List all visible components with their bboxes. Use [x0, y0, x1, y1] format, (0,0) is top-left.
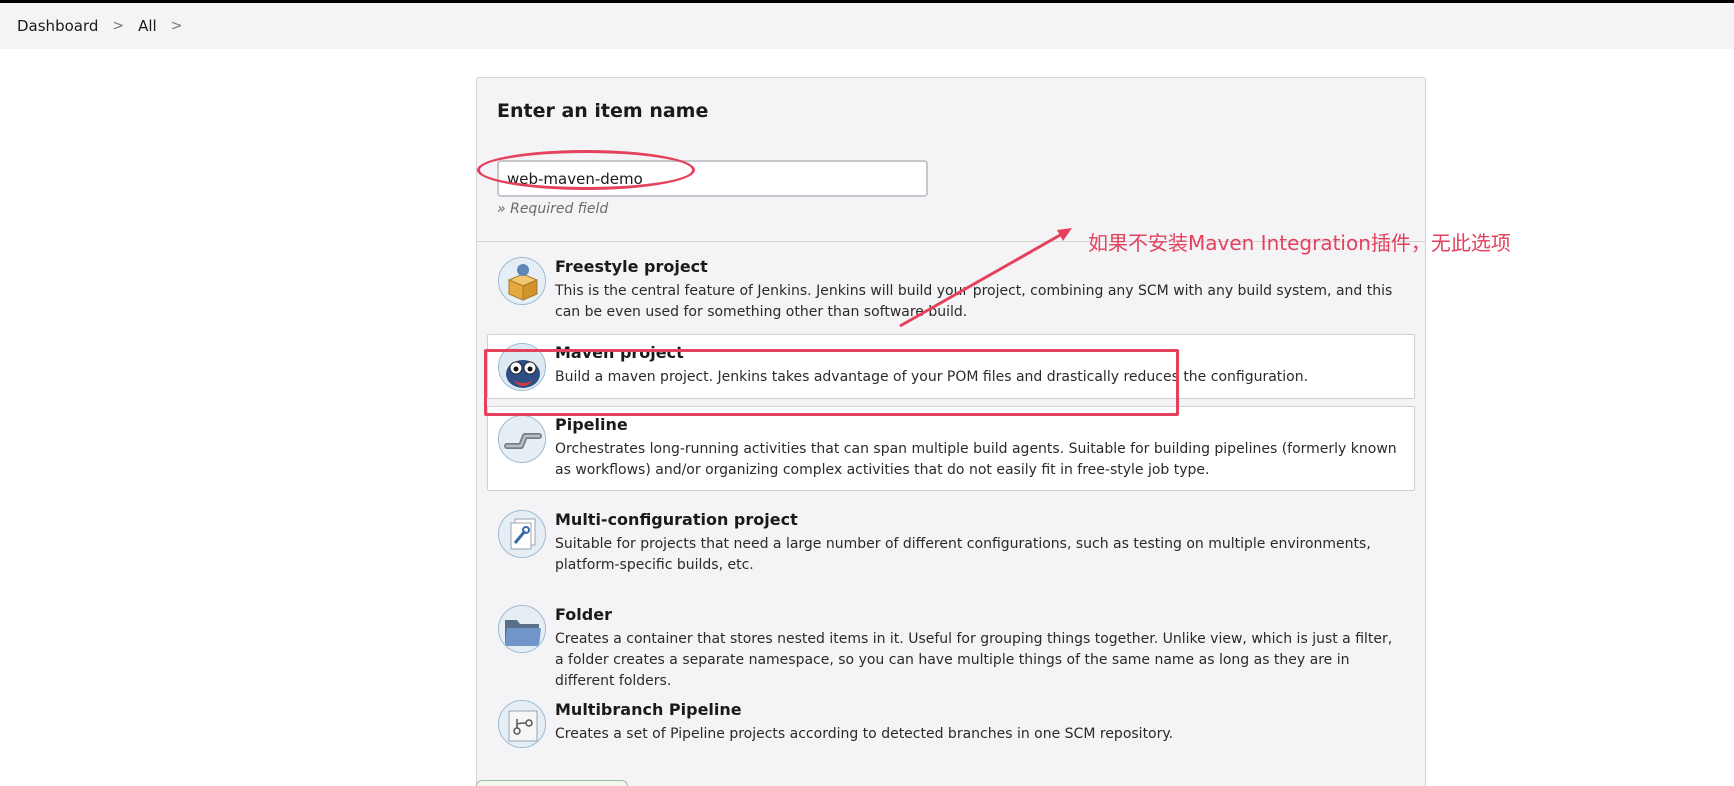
chevron-right-icon[interactable]: > — [171, 18, 183, 34]
breadcrumb-all[interactable]: All — [138, 17, 157, 35]
item-title: Multi-configuration project — [555, 510, 798, 529]
breadcrumb: Dashboard > All > — [0, 3, 1734, 49]
item-title: Multibranch Pipeline — [555, 700, 742, 719]
item-title: Pipeline — [555, 415, 628, 434]
freestyle-project-icon — [498, 257, 546, 305]
ok-button[interactable] — [476, 780, 628, 786]
annotation-text: 如果不安装Maven Integration插件，无此选项 — [1088, 231, 1511, 255]
item-name-input[interactable] — [497, 160, 928, 197]
item-title: Freestyle project — [555, 257, 708, 276]
item-description: Build a maven project. Jenkins takes adv… — [555, 369, 1309, 385]
item-description: This is the central feature of Jenkins. … — [555, 283, 1393, 320]
item-description: Suitable for projects that need a large … — [555, 536, 1371, 573]
breadcrumb-dashboard[interactable]: Dashboard — [17, 17, 98, 35]
item-type-folder[interactable]: Folder Creates a container that stores n… — [487, 596, 1415, 701]
multibranch-pipeline-icon — [498, 700, 546, 748]
page-title: Enter an item name — [497, 100, 709, 122]
new-item-panel: Enter an item name » Required field Free… — [476, 77, 1426, 786]
chevron-right-icon: > — [112, 18, 125, 34]
multi-configuration-icon — [498, 510, 546, 558]
item-description: Creates a container that stores nested i… — [555, 631, 1393, 689]
folder-icon — [498, 605, 546, 653]
item-type-pipeline[interactable]: Pipeline Orchestrates long-running activ… — [487, 406, 1415, 491]
required-field-note: » Required field — [497, 201, 609, 217]
item-type-maven-project[interactable]: Maven project Build a maven project. Jen… — [487, 334, 1415, 399]
item-description: Orchestrates long-running activities tha… — [555, 441, 1397, 478]
pipeline-icon — [498, 415, 546, 463]
item-description: Creates a set of Pipeline projects accor… — [555, 726, 1174, 742]
item-title: Folder — [555, 605, 612, 624]
item-type-multi-configuration-project[interactable]: Multi-configuration project Suitable for… — [487, 501, 1415, 585]
item-type-multibranch-pipeline[interactable]: Multibranch Pipeline Creates a set of Pi… — [487, 691, 1415, 754]
maven-project-icon — [498, 343, 546, 391]
item-title: Maven project — [555, 343, 684, 362]
item-type-freestyle-project[interactable]: Freestyle project This is the central fe… — [487, 248, 1415, 332]
